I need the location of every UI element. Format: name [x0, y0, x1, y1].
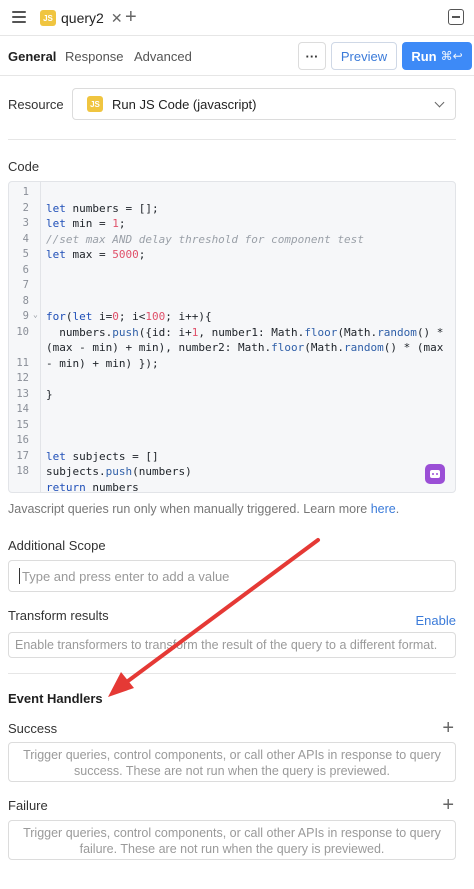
- line-number: 7: [22, 279, 29, 291]
- line-number: 11: [16, 356, 29, 369]
- collapse-panel-icon[interactable]: [448, 9, 464, 25]
- add-failure-handler-icon[interactable]: +: [442, 795, 454, 815]
- code-line: let max = 5000;: [46, 248, 146, 261]
- menu-icon[interactable]: [12, 11, 26, 23]
- learn-more-link[interactable]: here: [371, 502, 396, 516]
- fold-chevron-icon[interactable]: ⌄: [33, 310, 38, 319]
- code-line: - min) + min) });: [46, 356, 159, 370]
- run-button-label: Run: [411, 48, 437, 64]
- query-tab-name: query2: [61, 10, 104, 26]
- chevron-down-icon: [434, 97, 445, 108]
- js-icon: JS: [40, 10, 56, 26]
- failure-label: Failure: [8, 798, 48, 813]
- close-icon[interactable]: ✕: [111, 10, 123, 27]
- line-number: 6: [22, 263, 29, 276]
- resource-select[interactable]: JS Run JS Code (javascript): [72, 88, 456, 120]
- query-tab-bar: JS query2 ✕ +: [0, 0, 474, 36]
- code-line: return numbers: [46, 480, 139, 493]
- code-line: let numbers = [];: [46, 201, 159, 215]
- ai-assist-icon[interactable]: [425, 464, 445, 484]
- line-number: 15: [16, 418, 29, 431]
- add-success-handler-icon[interactable]: +: [442, 718, 454, 738]
- code-editor[interactable]: ⌄ 1 2 let numbers = []; 3 let min = 1; 4//set…: [8, 181, 456, 493]
- failure-handlers-empty: Trigger queries, control components, or …: [8, 820, 456, 860]
- code-line: let min = 1;: [46, 217, 126, 230]
- line-number: 13: [16, 387, 29, 400]
- resource-label: Resource: [8, 97, 64, 112]
- code-line: }: [46, 387, 53, 401]
- line-number: 18: [16, 465, 29, 477]
- code-line: (max - min) + min), number2: Math.floor(…: [46, 341, 444, 354]
- code-line: for(let i=0; i<100; i++){: [46, 310, 212, 323]
- line-number: 4: [22, 232, 29, 245]
- resource-value: Run JS Code (javascript): [112, 96, 257, 112]
- additional-scope-input[interactable]: Type and press enter to add a value: [8, 560, 456, 592]
- code-line: //set max AND delay threshold for compon…: [46, 232, 364, 246]
- divider: [8, 139, 456, 140]
- code-label: Code: [8, 159, 40, 174]
- add-tab-icon[interactable]: +: [125, 5, 137, 29]
- run-button[interactable]: Run ⌘↩: [402, 42, 472, 70]
- additional-scope-placeholder: Type and press enter to add a value: [22, 568, 230, 584]
- line-number: 1: [22, 186, 29, 198]
- preview-button[interactable]: Preview: [331, 42, 397, 70]
- line-number: 3: [22, 217, 29, 229]
- code-line: subjects.push(numbers): [46, 465, 192, 478]
- line-number: 14: [16, 403, 29, 415]
- tab-response[interactable]: Response: [65, 49, 124, 64]
- line-number: 8: [22, 294, 29, 307]
- transform-results-field[interactable]: Enable transformers to transform the res…: [8, 632, 456, 658]
- js-icon: JS: [87, 96, 103, 112]
- line-number: 9: [22, 310, 29, 322]
- line-number: 17: [16, 449, 29, 462]
- divider: [8, 673, 456, 674]
- line-number: 5: [22, 248, 29, 260]
- more-options-button[interactable]: ···: [298, 42, 326, 70]
- run-shortcut-hint: ⌘↩: [440, 49, 463, 63]
- additional-scope-label: Additional Scope: [8, 538, 106, 553]
- tab-general[interactable]: General: [8, 49, 56, 64]
- help-text: Javascript queries run only when manuall…: [8, 502, 400, 516]
- enable-transform-link[interactable]: Enable: [416, 613, 456, 628]
- transform-results-label: Transform results: [8, 608, 109, 623]
- success-label: Success: [8, 721, 58, 736]
- line-number: 2: [22, 201, 29, 214]
- code-line: numbers.push({id: i+1, number1: Math.flo…: [46, 325, 444, 339]
- line-number: 12: [16, 372, 29, 384]
- query-tab[interactable]: JS query2 ✕: [36, 6, 127, 30]
- line-number: 16: [16, 434, 29, 446]
- code-line: let subjects = []: [46, 449, 159, 463]
- success-handlers-empty: Trigger queries, control components, or …: [8, 742, 456, 782]
- event-handlers-title: Event Handlers: [8, 691, 103, 706]
- editor-tabs: General Response Advanced ··· Preview Ru…: [0, 36, 474, 76]
- tab-advanced[interactable]: Advanced: [134, 49, 192, 64]
- line-number: 10: [16, 325, 29, 338]
